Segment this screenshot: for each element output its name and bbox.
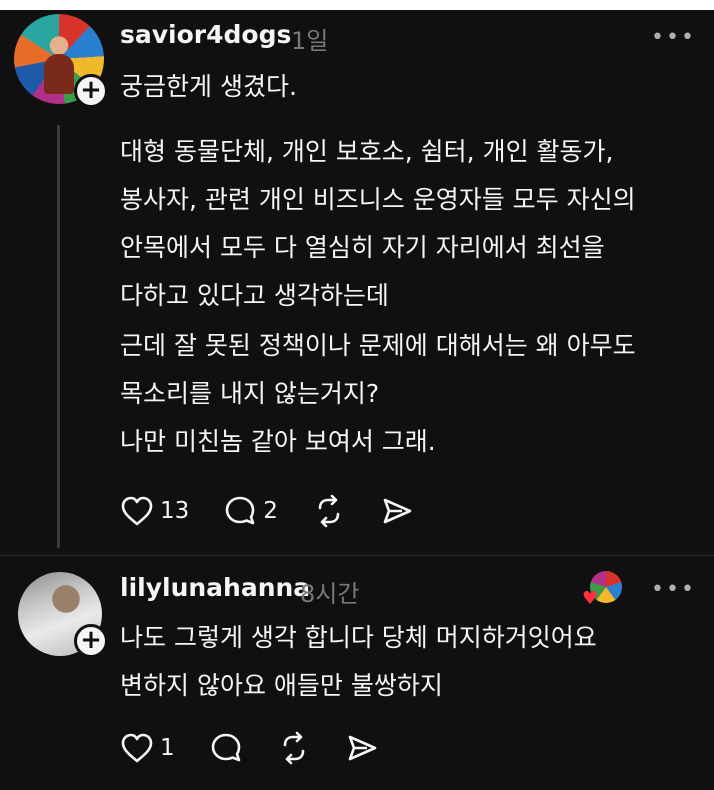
share-button[interactable] xyxy=(380,494,414,528)
comment-icon xyxy=(225,496,255,525)
heart-icon: ♥ xyxy=(582,588,599,609)
post-divider xyxy=(0,555,714,556)
repost-icon xyxy=(283,731,304,765)
timestamp: 8시간 xyxy=(300,580,360,608)
thread-line xyxy=(57,125,60,548)
username[interactable]: savior4dogs xyxy=(120,20,291,49)
more-options-icon[interactable]: ••• xyxy=(651,25,696,50)
repost-button[interactable] xyxy=(312,494,346,528)
repost-button[interactable] xyxy=(277,731,311,765)
like-button[interactable]: 13 xyxy=(120,495,189,527)
share-button[interactable] xyxy=(345,731,379,765)
repost-icon xyxy=(318,494,340,528)
reply-text-line: 변하지 않아요 애들만 불쌍하지 xyxy=(120,671,443,700)
post-actions: 13 2 xyxy=(120,494,448,528)
post-text-line: 근데 잘 못된 정책이나 문제에 대해서는 왜 아무도 xyxy=(120,331,636,360)
comment-count: 2 xyxy=(263,498,278,524)
follow-plus-icon[interactable]: + xyxy=(74,74,108,108)
heart-icon xyxy=(121,496,153,526)
more-options-icon[interactable]: ••• xyxy=(651,577,696,602)
post-text-line: 나만 미친놈 같아 보여서 그래. xyxy=(120,427,436,456)
comment-button[interactable]: 2 xyxy=(223,494,278,528)
comment-icon xyxy=(211,733,240,762)
like-count: 1 xyxy=(160,735,175,761)
share-icon xyxy=(383,498,412,524)
share-icon xyxy=(348,735,376,761)
like-count: 13 xyxy=(160,498,190,524)
username[interactable]: lilylunahanna xyxy=(120,573,310,602)
post-text-line: 대형 동물단체, 개인 보호소, 쉼터, 개인 활동가, xyxy=(120,137,614,166)
reply-text-line: 나도 그렇게 생각 합니다 당체 머지하거잇어요 xyxy=(120,623,597,652)
timestamp: 1일 xyxy=(291,27,329,55)
post-text-line: 다하고 있다고 생각하는데 xyxy=(120,281,389,310)
post-text-line: 목소리를 내지 않는거지? xyxy=(120,379,380,408)
like-button[interactable]: 1 xyxy=(120,732,175,764)
top-edge xyxy=(0,0,714,10)
post-first-line: 궁금한게 생겼다. xyxy=(120,72,297,101)
reply-actions: 1 xyxy=(120,731,413,765)
heart-icon xyxy=(121,733,153,763)
post-text-line: 안목에서 모두 다 열심히 자기 자리에서 최선을 xyxy=(120,233,605,262)
comment-button[interactable] xyxy=(209,731,243,765)
post-text-line: 봉사자, 관련 개인 비즈니스 운영자들 모두 자신의 xyxy=(120,185,636,214)
follow-plus-icon[interactable]: + xyxy=(74,624,108,658)
